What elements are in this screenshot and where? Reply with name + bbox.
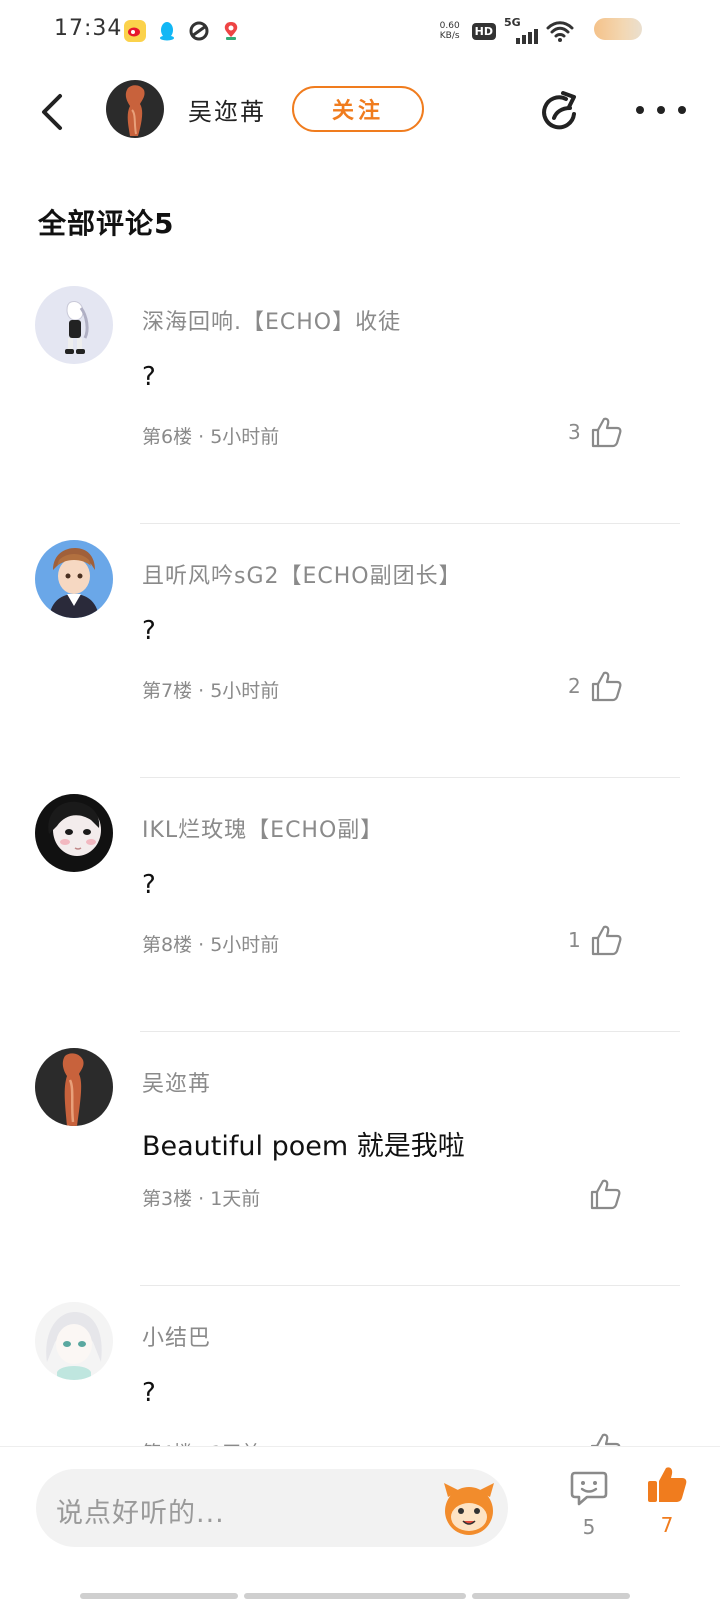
battery-icon: [594, 18, 642, 40]
post-like-button[interactable]: 7: [642, 1465, 692, 1537]
comment-like-count: 1: [568, 928, 581, 952]
commenter-name[interactable]: IKL烂玫瑰【ECHO副】: [142, 812, 383, 844]
comment-input-placeholder: 说点好听的...: [56, 1498, 225, 1529]
comment-like-button[interactable]: [568, 1174, 622, 1214]
commenter-name[interactable]: 小结巴: [142, 1320, 211, 1352]
wifi-icon: [546, 21, 574, 42]
commenter-avatar[interactable]: [35, 540, 113, 618]
comment-input[interactable]: 说点好听的...: [36, 1469, 508, 1547]
comment-text: ?: [142, 1378, 156, 1408]
comment-text: ?: [142, 616, 156, 646]
cellular-signal-icon: 5G: [504, 16, 538, 44]
thumbs-up-icon: [590, 1179, 621, 1210]
qq-icon: [156, 20, 178, 42]
comments-button[interactable]: 5: [566, 1469, 612, 1539]
comment-meta: 第3楼 · 1天前: [142, 1188, 261, 1210]
emoji-picker-icon[interactable]: [436, 1475, 502, 1541]
comment-text: ?: [142, 870, 156, 900]
comment-count: 5: [582, 1515, 596, 1539]
author-name[interactable]: 吴迩苒: [188, 92, 266, 127]
comment-item: IKL烂玫瑰【ECHO副】 ? 第8楼 · 5小时前 1: [0, 778, 720, 1032]
comment-meta: 第7楼 · 5小时前: [142, 680, 280, 702]
commenter-name[interactable]: 且听风吟sG2【ECHO副团长】: [142, 558, 462, 590]
comment-meta: 第6楼 · 5小时前: [142, 426, 280, 448]
net-speed-unit: KB/s: [439, 31, 460, 41]
status-bar: 17:34 0.60 KB/s HD 5G: [0, 0, 720, 62]
comment-like-count: 2: [568, 674, 581, 698]
gesture-nav-indicator: [80, 1593, 640, 1599]
like-count: 7: [660, 1513, 674, 1537]
browser-icon: [188, 20, 210, 42]
commenter-avatar[interactable]: [35, 794, 113, 872]
commenter-avatar[interactable]: [35, 286, 113, 364]
thumbs-up-icon: [591, 925, 622, 956]
commenter-avatar[interactable]: [35, 1302, 113, 1380]
commenter-avatar[interactable]: [35, 1048, 113, 1126]
more-options-icon[interactable]: [636, 100, 686, 120]
author-avatar[interactable]: [106, 80, 164, 138]
back-arrow-icon[interactable]: [34, 90, 70, 134]
post-header: 吴迩苒 关注: [0, 62, 720, 158]
comment-like-button[interactable]: 1: [568, 920, 623, 960]
thumbs-up-icon: [591, 417, 622, 448]
location-icon: [220, 20, 242, 42]
comment-like-count: 3: [568, 420, 581, 444]
status-time: 17:34: [54, 16, 123, 41]
comments-section-title: 全部评论5: [38, 207, 175, 240]
comment-like-button[interactable]: 3: [568, 412, 623, 452]
weibo-icon: [124, 20, 146, 42]
signal-label: 5G: [504, 16, 521, 29]
thumbs-up-icon: [591, 671, 622, 702]
comment-meta: 第8楼 · 5小时前: [142, 934, 280, 956]
thumbs-up-filled-icon: [648, 1467, 687, 1502]
status-app-icons: [124, 20, 242, 42]
commenter-name[interactable]: 吴迩苒: [142, 1066, 211, 1098]
comment-item: 吴迩苒 Beautiful poem 就是我啦 第3楼 · 1天前: [0, 1032, 720, 1286]
comment-text: Beautiful poem 就是我啦: [142, 1131, 465, 1162]
comment-item: 深海回响.【ECHO】收徒 ? 第6楼 · 5小时前 3: [0, 270, 720, 524]
hd-badge: HD: [471, 22, 496, 40]
follow-button[interactable]: 关注: [292, 86, 424, 132]
comment-text: ?: [142, 362, 156, 392]
comment-list: 深海回响.【ECHO】收徒 ? 第6楼 · 5小时前 3 且听风吟sG2【ECH…: [0, 270, 720, 1540]
comment-like-button[interactable]: 2: [568, 666, 623, 706]
net-speed: 0.60 KB/s: [436, 21, 464, 41]
share-icon[interactable]: [536, 88, 584, 136]
comment-item: 且听风吟sG2【ECHO副团长】 ? 第7楼 · 5小时前 2: [0, 524, 720, 778]
commenter-name[interactable]: 深海回响.【ECHO】收徒: [142, 304, 401, 336]
bottom-action-bar: 说点好听的... 5 7: [0, 1446, 720, 1600]
net-speed-value: 0.60: [439, 21, 460, 31]
status-indicators: 0.60 KB/s HD 5G: [436, 16, 574, 44]
comment-bubble-icon: [570, 1471, 608, 1506]
